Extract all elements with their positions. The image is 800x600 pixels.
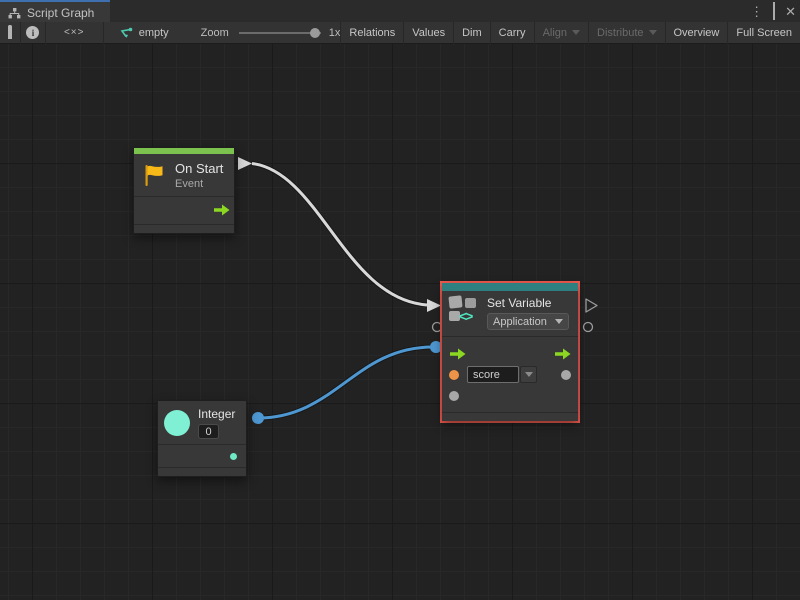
set-variable-footer — [442, 412, 578, 421]
flag-icon — [142, 163, 166, 188]
set-variable-body: score — [442, 337, 578, 412]
chevron-down-icon — [649, 30, 657, 35]
relations-button[interactable]: Relations — [340, 22, 403, 44]
tab-script-graph[interactable]: Script Graph — [0, 0, 110, 22]
graph-canvas[interactable]: On Start Event <> — [0, 44, 800, 600]
node-title: Set Variable — [487, 296, 569, 310]
graph-hierarchy-icon — [8, 8, 21, 19]
integer-body — [158, 445, 246, 467]
variable-scope-dropdown[interactable]: Application — [487, 313, 569, 330]
wire-integer-to-set-variable[interactable] — [258, 347, 433, 418]
node-subtitle: Event — [175, 178, 223, 190]
flow-output-port[interactable] — [554, 348, 571, 360]
menu-icon[interactable]: ⋮ — [750, 5, 763, 18]
maximize-icon[interactable] — [773, 5, 775, 18]
node-set-variable[interactable]: <> Set Variable Application — [440, 281, 580, 423]
integer-footer — [158, 467, 246, 476]
info-icon: i — [26, 26, 39, 39]
values-button[interactable]: Values — [403, 22, 453, 44]
on-start-header: On Start Event — [134, 154, 234, 196]
variables-icon: <> — [449, 296, 479, 326]
variable-stripe — [442, 283, 578, 291]
node-title: On Start — [175, 161, 223, 176]
chevron-down-icon — [555, 319, 563, 324]
wire-on-start-to-set-variable[interactable] — [252, 164, 427, 306]
graph-reference-label: empty — [139, 27, 169, 39]
flow-output-port[interactable] — [213, 204, 230, 216]
node-on-start[interactable]: On Start Event — [133, 147, 235, 234]
set-variable-header: <> Set Variable Application — [442, 291, 578, 336]
value-output-port[interactable] — [561, 370, 571, 380]
flow-input-port[interactable] — [449, 348, 466, 360]
external-output-port-triangle[interactable] — [586, 299, 597, 312]
wire-start-arrowhead[interactable] — [238, 157, 252, 170]
graph-toolbar: i <×> empty Zoom 1x Relations Values Dim… — [0, 22, 800, 44]
on-start-footer — [134, 224, 234, 233]
info-button[interactable]: i — [21, 22, 46, 44]
wire-end-arrowhead — [427, 299, 441, 312]
variable-name-dropdown-button[interactable] — [520, 366, 537, 383]
value-input-port[interactable] — [449, 391, 459, 401]
fullscreen-button[interactable]: Full Screen — [727, 22, 800, 44]
node-integer[interactable]: Integer 0 — [157, 400, 247, 477]
zoom-slider-track — [239, 32, 321, 34]
external-output-port-circle[interactable] — [584, 323, 593, 332]
code-icon: <×> — [64, 27, 85, 38]
chevron-down-icon — [525, 372, 533, 377]
close-icon[interactable]: ✕ — [785, 5, 796, 18]
integer-icon — [164, 410, 190, 436]
align-button: Align — [534, 22, 588, 44]
carry-button[interactable]: Carry — [490, 22, 534, 44]
dim-button[interactable]: Dim — [453, 22, 490, 44]
variable-name-input-port[interactable] — [449, 370, 459, 380]
title-bar: Script Graph ⋮ ✕ — [0, 0, 800, 22]
integer-header: Integer 0 — [158, 401, 246, 444]
lock-button[interactable] — [0, 22, 21, 44]
zoom-slider[interactable] — [239, 28, 321, 38]
node-title: Integer — [198, 407, 235, 421]
on-start-body — [134, 197, 234, 224]
code-view-button[interactable]: <×> — [46, 22, 104, 44]
distribute-button: Distribute — [588, 22, 664, 44]
zoom-slider-handle[interactable] — [310, 28, 320, 38]
wire-start-dot[interactable] — [252, 412, 264, 424]
lock-icon — [8, 27, 12, 39]
graph-pointer-icon — [118, 27, 133, 39]
zoom-label: Zoom — [201, 27, 229, 39]
variable-name-field[interactable]: score — [467, 366, 519, 383]
integer-output-port[interactable] — [230, 453, 237, 460]
script-graph-window: Script Graph ⋮ ✕ i <×> empty Zoom — [0, 0, 800, 600]
chevron-down-icon — [572, 30, 580, 35]
wire-layer — [0, 44, 800, 600]
integer-value-field[interactable]: 0 — [198, 424, 219, 439]
zoom-control: Zoom 1x — [201, 27, 341, 39]
window-controls: ⋮ ✕ — [750, 0, 796, 22]
zoom-value: 1x — [329, 27, 341, 39]
graph-reference-button[interactable]: empty — [118, 27, 169, 39]
tab-title: Script Graph — [27, 6, 94, 20]
overview-button[interactable]: Overview — [665, 22, 728, 44]
